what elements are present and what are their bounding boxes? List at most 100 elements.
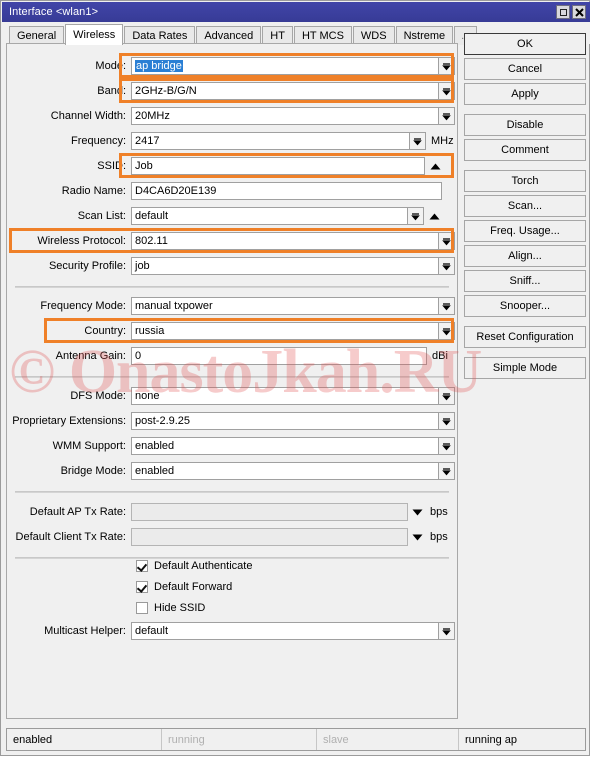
security-profile-label: Security Profile: [48,260,126,272]
freq-usage-button[interactable]: Freq. Usage... [464,220,586,242]
frequency-label: Frequency: [70,135,126,147]
default-ap-tx-rate-dropdown-icon[interactable] [410,503,425,521]
default-client-tx-rate-label: Default Client Tx Rate: [15,531,126,543]
proprietary-extensions-value: post-2.9.25 [135,415,191,427]
multicast-helper-label: Multicast Helper: [44,625,126,637]
checkbox-default-authenticate-label: Default Authenticate [154,560,253,572]
align-button[interactable]: Align... [464,245,586,267]
proprietary-extensions-label: Proprietary Extensions: [12,415,126,427]
antenna-gain-value: 0 [135,350,142,362]
country-input[interactable]: russia [131,322,439,340]
channel-width-value: 20MHz [135,110,170,122]
close-icon[interactable] [572,5,586,19]
default-client-tx-rate-dropdown-icon[interactable] [410,528,425,546]
dfs-mode-dropdown-icon[interactable] [438,387,455,405]
wireless-settings-panel: Mode: ap bridge Band: 2GHz-B/G/N Channel… [6,43,458,719]
apply-button[interactable]: Apply [464,83,586,105]
wmm-support-dropdown-icon[interactable] [438,437,455,455]
multicast-helper-input[interactable]: default [131,622,439,640]
bridge-mode-value: enabled [135,465,175,477]
checkbox-hide-ssid[interactable]: Hide SSID [136,600,205,616]
ok-button[interactable]: OK [464,33,586,55]
checkbox-default-authenticate-box[interactable] [136,560,148,572]
status-enabled: enabled [7,729,162,750]
default-ap-tx-rate-input[interactable] [131,503,408,521]
frequency-mode-dropdown-icon[interactable] [438,297,455,315]
country-value: russia [135,325,165,337]
wireless-protocol-input[interactable]: 802.11 [131,232,439,250]
antenna-gain-label: Antenna Gain: [55,350,126,362]
dfs-mode-input[interactable]: none [131,387,439,405]
checkbox-default-authenticate[interactable]: Default Authenticate [136,558,252,574]
country-dropdown-icon[interactable] [438,322,455,340]
security-profile-input[interactable]: job [131,257,439,275]
cancel-button[interactable]: Cancel [464,58,586,80]
reset-configuration-button[interactable]: Reset Configuration [464,326,586,348]
simple-mode-button[interactable]: Simple Mode [464,357,586,379]
scan-list-collapse-up-icon[interactable] [427,207,442,225]
mode-label: Mode: [95,60,126,72]
ssid-collapse-up-icon[interactable] [428,157,443,175]
frequency-mode-input[interactable]: manual txpower [131,297,439,315]
divider-2 [15,376,449,378]
scan-button[interactable]: Scan... [464,195,586,217]
checkbox-default-forward-label: Default Forward [154,581,233,593]
frequency-dropdown-icon[interactable] [409,132,426,150]
status-running-ap: running ap [465,733,517,746]
mode-dropdown-icon[interactable] [438,57,455,75]
torch-button[interactable]: Torch [464,170,586,192]
wireless-protocol-value: 802.11 [135,235,168,247]
bridge-mode-label: Bridge Mode: [60,465,126,477]
frequency-input[interactable]: 2417 [131,132,410,150]
sniff-button[interactable]: Sniff... [464,270,586,292]
bridge-mode-input[interactable]: enabled [131,462,439,480]
title-bar: Interface <wlan1> [2,2,590,22]
tab-wireless[interactable]: Wireless [65,24,124,45]
default-ap-tx-rate-unit: bps [430,506,448,518]
scan-list-dropdown-icon[interactable] [407,207,424,225]
security-profile-value: job [135,260,150,272]
status-slave: slave [317,729,459,750]
mode-input[interactable]: ap bridge [131,57,439,75]
frequency-unit: MHz [431,135,454,147]
checkbox-default-forward[interactable]: Default Forward [136,579,232,595]
channel-width-dropdown-icon[interactable] [438,107,455,125]
band-input[interactable]: 2GHz-B/G/N [131,82,439,100]
channel-width-label: Channel Width: [50,110,126,122]
wmm-support-input[interactable]: enabled [131,437,439,455]
wireless-protocol-dropdown-icon[interactable] [438,232,455,250]
divider-1 [15,286,449,288]
frequency-mode-label: Frequency Mode: [40,300,126,312]
multicast-helper-dropdown-icon[interactable] [438,622,455,640]
comment-button[interactable]: Comment [464,139,586,161]
status-bar: enabled running slave running ap [6,728,586,751]
bridge-mode-dropdown-icon[interactable] [438,462,455,480]
mode-value: ap bridge [135,60,183,72]
dfs-mode-label: DFS Mode: [70,390,126,402]
snooper-button[interactable]: Snooper... [464,295,586,317]
security-profile-dropdown-icon[interactable] [438,257,455,275]
maximize-icon[interactable] [556,5,570,19]
frequency-mode-value: manual txpower [135,300,213,312]
proprietary-extensions-input[interactable]: post-2.9.25 [131,412,439,430]
ssid-input[interactable]: Job [131,157,425,175]
checkbox-hide-ssid-label: Hide SSID [154,602,206,614]
radio-name-input[interactable]: D4CA6D20E139 [131,182,442,200]
checkbox-hide-ssid-box[interactable] [136,602,148,614]
scan-list-input[interactable]: default [131,207,408,225]
multicast-helper-value: default [135,625,169,637]
checkbox-default-forward-box[interactable] [136,581,148,593]
channel-width-input[interactable]: 20MHz [131,107,439,125]
default-client-tx-rate-input[interactable] [131,528,408,546]
disable-button[interactable]: Disable [464,114,586,136]
dfs-mode-value: none [135,390,160,402]
band-label: Band: [97,85,126,97]
window-controls [556,5,586,19]
proprietary-extensions-dropdown-icon[interactable] [438,412,455,430]
antenna-gain-input[interactable]: 0 [131,347,427,365]
band-dropdown-icon[interactable] [438,82,455,100]
scan-list-label: Scan List: [77,210,126,222]
action-button-panel: OK Cancel Apply Disable Comment Torch Sc… [464,33,586,382]
wmm-support-label: WMM Support: [52,440,126,452]
ssid-label: SSID: [97,160,126,172]
